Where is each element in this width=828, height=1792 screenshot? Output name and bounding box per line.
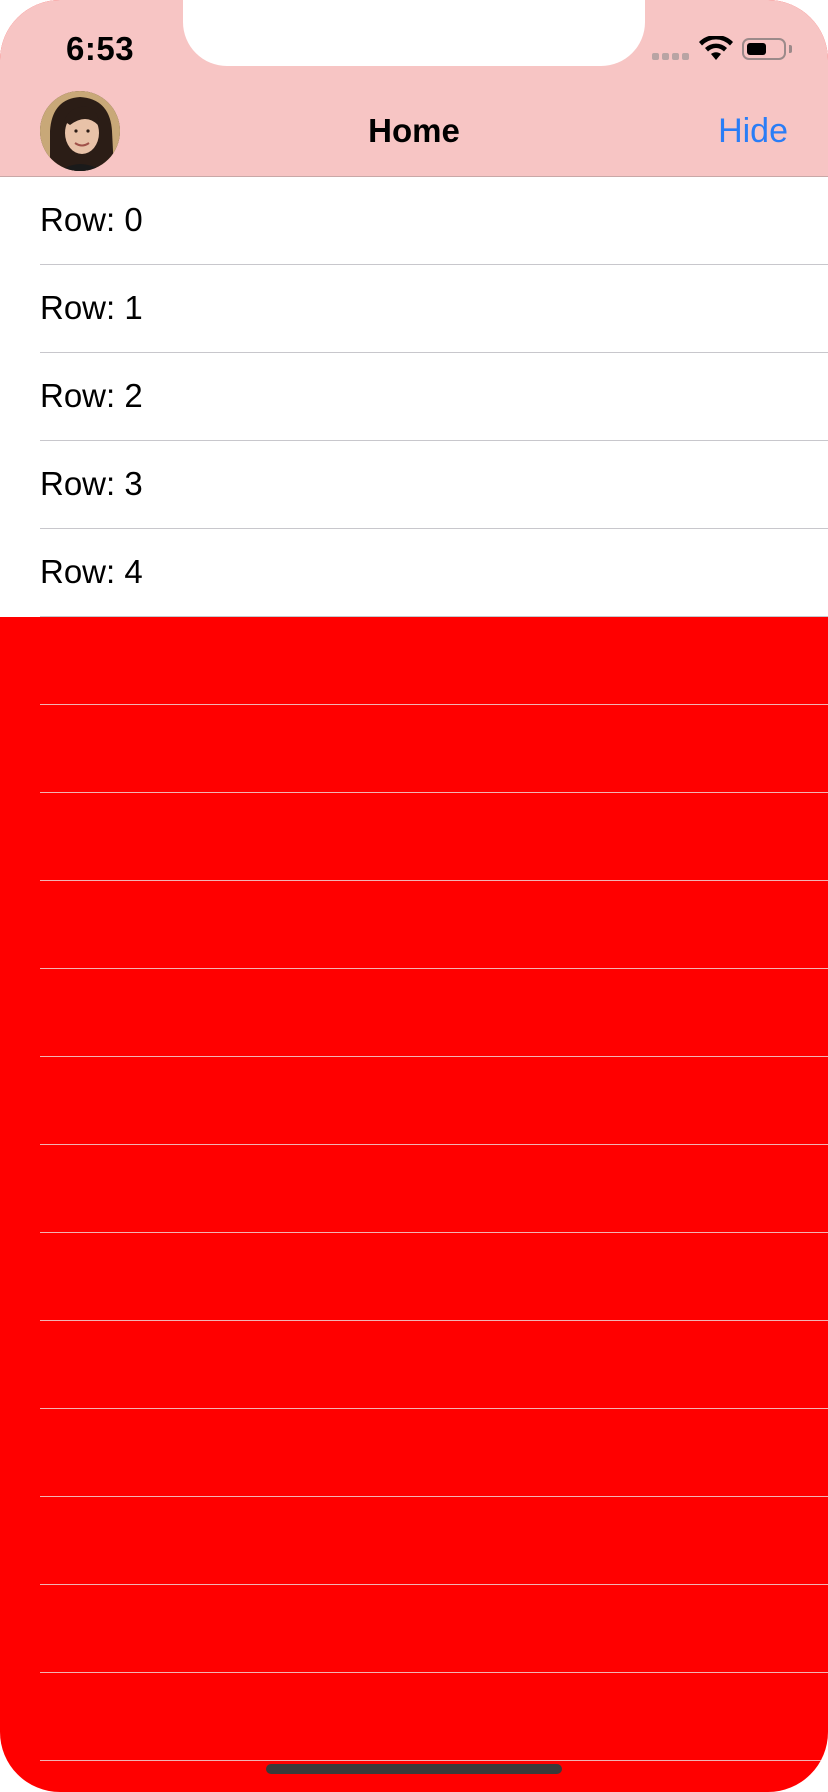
empty-table-row [0,1057,828,1145]
cellular-signal-icon [652,53,689,60]
hide-button[interactable]: Hide [718,112,788,151]
row-label: Row: 2 [40,377,143,414]
empty-table-row [0,793,828,881]
row-label: Row: 0 [40,201,143,238]
row-label: Row: 1 [40,289,143,326]
home-indicator[interactable] [266,1764,562,1774]
device-notch [183,0,645,66]
app-screen: 6:53 Home Hide Row: 0 Row: 1 Row: 2 Row:… [0,0,828,1792]
empty-table-row [0,969,828,1057]
empty-table-row [0,1409,828,1497]
battery-cap [789,45,792,53]
empty-table-row [0,881,828,969]
battery-level-fill [747,43,766,55]
empty-table-row [0,1673,828,1761]
empty-table-row [0,1145,828,1233]
nav-title: Home [368,112,460,149]
empty-table-row [0,617,828,705]
wifi-icon [699,36,733,60]
table-row[interactable]: Row: 2 [0,353,828,441]
empty-table-row [0,1233,828,1321]
status-time: 6:53 [66,30,135,67]
table-row[interactable]: Row: 4 [0,529,828,617]
row-label: Row: 4 [40,553,143,590]
table-row[interactable]: Row: 0 [0,177,828,265]
table-row[interactable]: Row: 3 [0,441,828,529]
row-label: Row: 3 [40,465,143,502]
battery-icon [742,38,786,60]
navigation-header: 6:53 Home Hide [0,0,828,177]
row-separator [40,1760,828,1761]
empty-table-row [0,705,828,793]
empty-table-row [0,1585,828,1673]
table-row[interactable]: Row: 1 [0,265,828,353]
table-view[interactable]: Row: 0 Row: 1 Row: 2 Row: 3 Row: 4 [0,177,828,1761]
empty-table-row [0,1497,828,1585]
empty-table-row [0,1321,828,1409]
